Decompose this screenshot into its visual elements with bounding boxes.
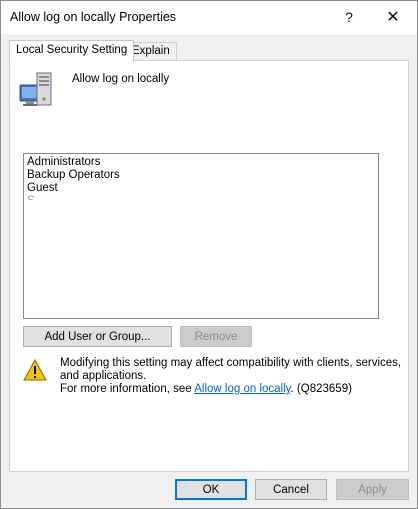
properties-dialog: Allow log on locally Properties ? ✕ Loca… (0, 0, 418, 509)
more-info-suffix: . (Q823659) (290, 383, 352, 395)
compatibility-warning: Modifying this setting may affect compat… (60, 357, 401, 396)
add-user-or-group-button[interactable]: Add User or Group... (23, 326, 172, 347)
cancel-button[interactable]: Cancel (255, 479, 327, 500)
warning-icon (23, 359, 47, 381)
server-computer-icon (19, 72, 52, 106)
list-item[interactable]: Backup Operators (27, 169, 375, 182)
list-item[interactable]: S (27, 195, 375, 200)
help-button[interactable]: ? (327, 1, 371, 33)
warning-line-3: For more information, see Allow log on l… (60, 383, 401, 396)
warning-line-1: Modifying this setting may affect compat… (60, 357, 402, 369)
policy-name: Allow log on locally (72, 73, 170, 85)
allow-log-on-locally-link[interactable]: Allow log on locally (194, 383, 290, 395)
close-button[interactable]: ✕ (371, 1, 415, 33)
apply-button[interactable]: Apply (336, 479, 409, 500)
remove-button[interactable]: Remove (180, 326, 252, 347)
members-listbox[interactable]: Administrators Backup Operators Guest S (23, 153, 379, 319)
ok-button[interactable]: OK (175, 479, 247, 500)
tab-local-security-setting[interactable]: Local Security Setting (9, 40, 135, 62)
list-item[interactable]: Administrators (27, 156, 375, 169)
list-item[interactable]: Guest (27, 182, 375, 195)
more-info-prefix: For more information, see (60, 383, 195, 395)
window-title: Allow log on locally Properties (10, 10, 177, 24)
title-bar[interactable]: Allow log on locally Properties ? ✕ (1, 1, 417, 34)
warning-line-2: and applications. (60, 370, 147, 382)
